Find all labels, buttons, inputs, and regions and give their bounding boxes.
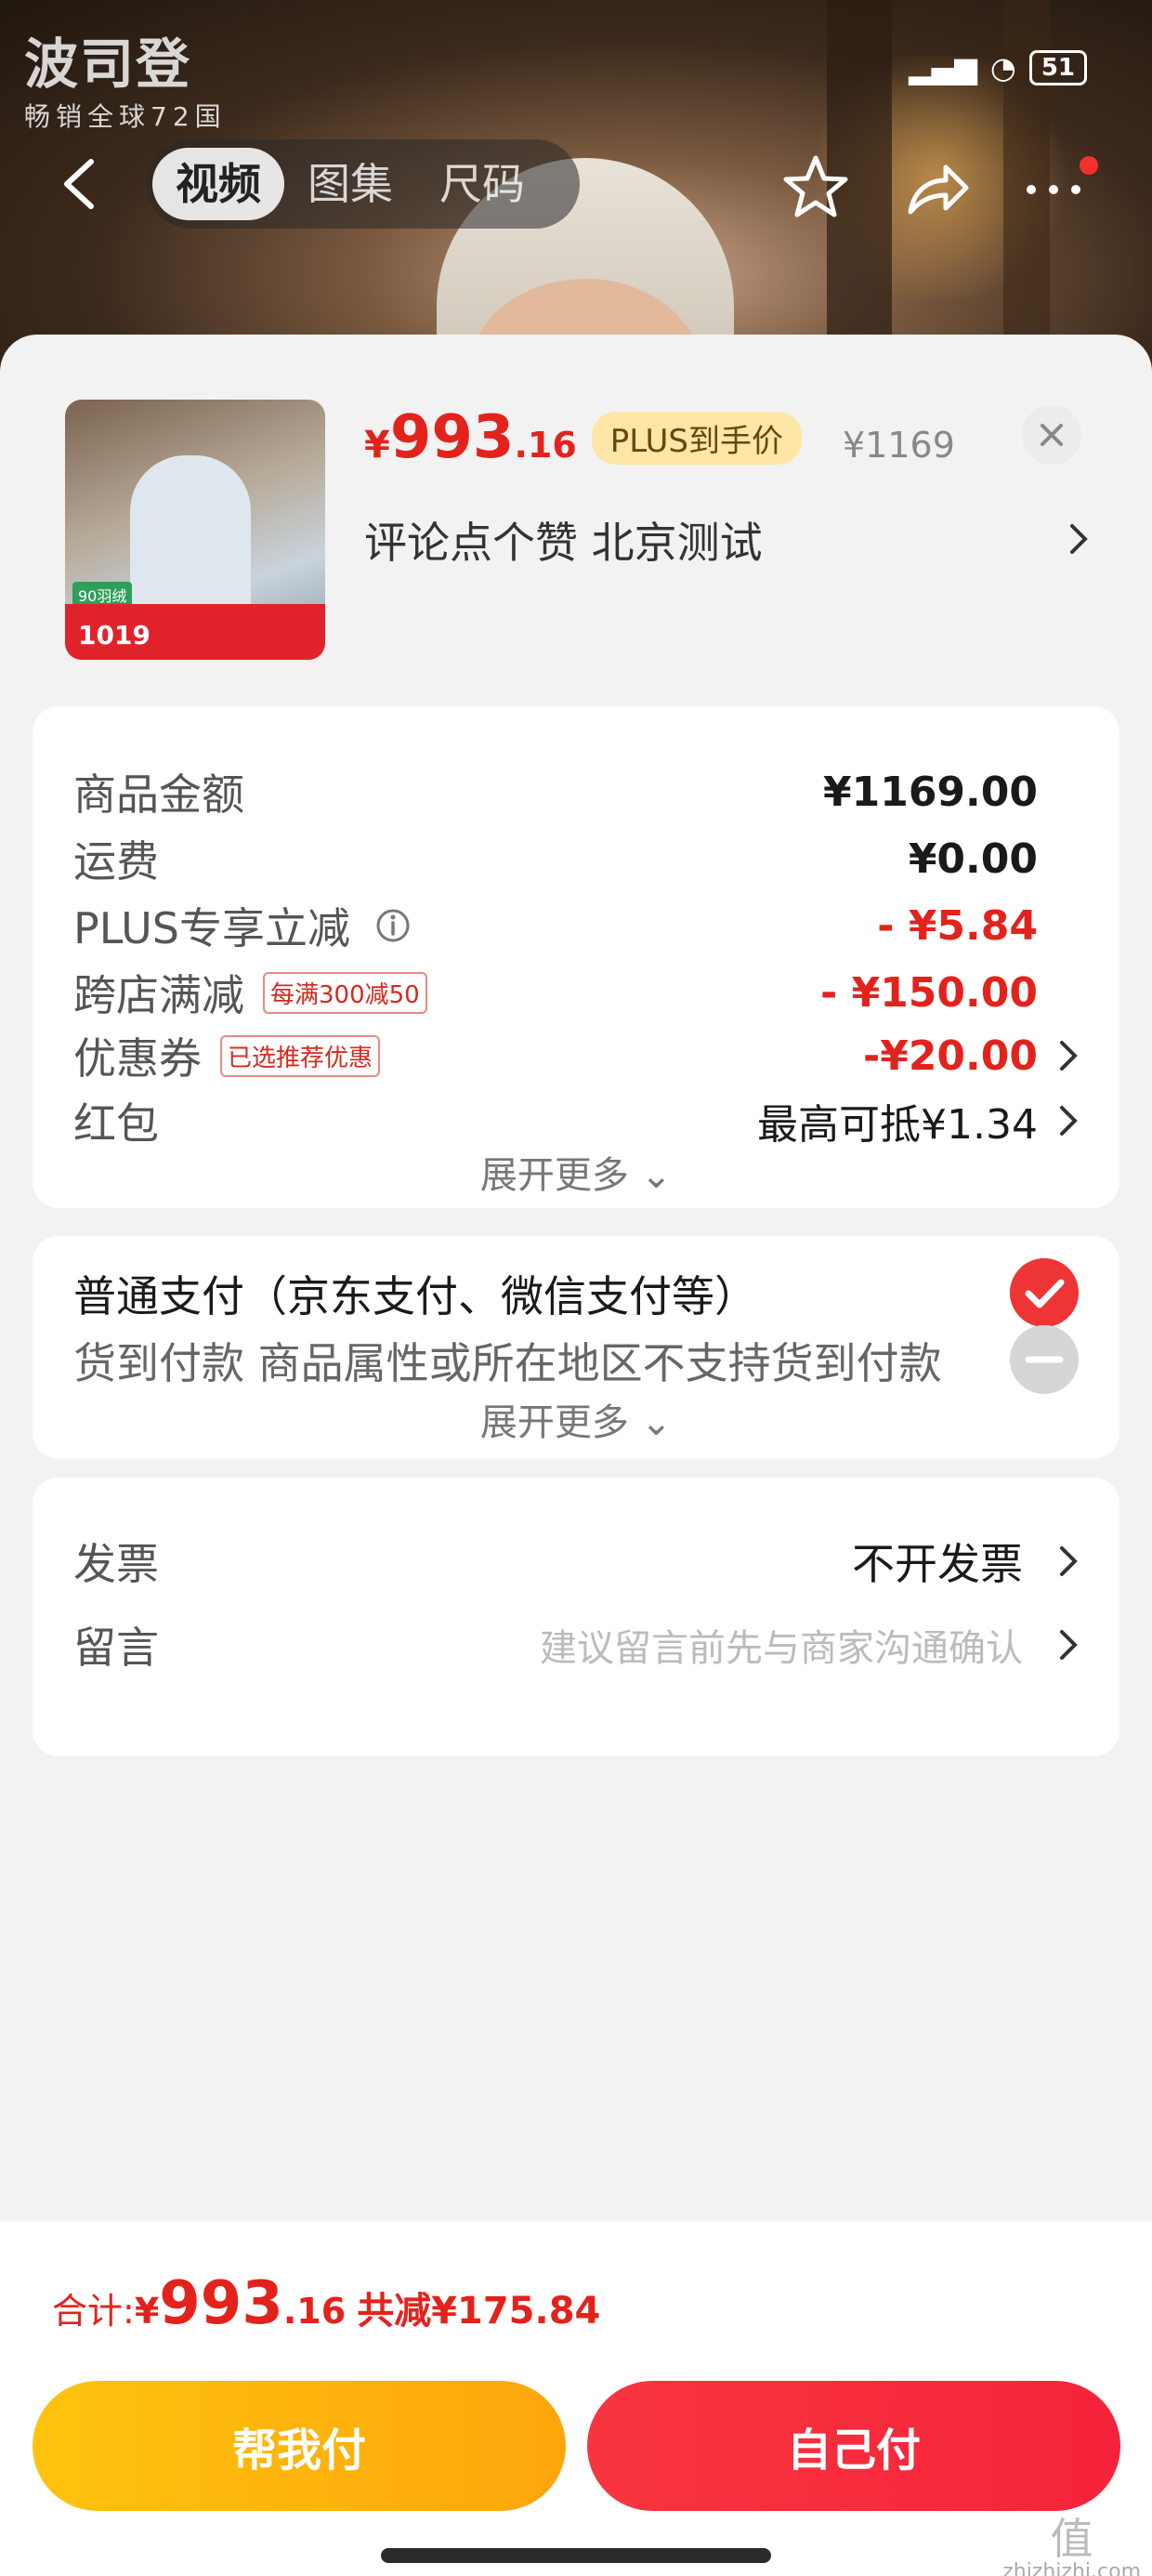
site-watermark: 值 zhizhizhi.com — [1002, 2514, 1141, 2576]
product-price-row: ¥993.16 PLUS到手价 ¥1169 — [364, 403, 955, 472]
plus-price-badge: PLUS到手价 — [591, 411, 802, 465]
brand-tagline: 畅销全球72国 — [24, 101, 227, 132]
price-summary-card: 商品金额 ¥1169.00 运费 ¥0.00 PLUS专享立减 - ¥5.84 … — [33, 706, 1119, 1208]
remark-row[interactable]: 留言 建议留言前先与商家沟通确认 — [73, 1608, 1079, 1682]
pay-myself-button[interactable]: 自己付 — [587, 2381, 1120, 2511]
invoice-value: 不开发票 — [852, 1539, 1023, 1589]
order-total: 合计: ¥993.16 共减¥175.84 — [52, 2269, 601, 2338]
home-indicator[interactable] — [381, 2548, 771, 2563]
thumb-price: 1019 — [78, 620, 151, 651]
checkout-footer: 合计: ¥993.16 共减¥175.84 帮我付 自己付 — [0, 2221, 1152, 2576]
brand-logo: 波司登 — [24, 33, 192, 96]
payment-option-normal[interactable]: 普通支付（京东支付、微信支付等） — [73, 1256, 1079, 1331]
spec-text: 评论点个赞 北京测试 — [364, 518, 763, 568]
more-options-icon[interactable] — [1018, 152, 1089, 223]
chevron-down-icon: ⌄ — [640, 1154, 673, 1197]
battery-icon: 51 — [1028, 50, 1087, 85]
row-coupon[interactable]: 优惠券 已选推荐优惠 -¥20.00 — [73, 1019, 1079, 1093]
signal-icon: ▂▄▆ — [909, 50, 977, 85]
original-price: ¥1169 — [843, 425, 955, 466]
chevron-right-icon — [1060, 1106, 1078, 1136]
row-goods-amount: 商品金额 ¥1169.00 — [73, 768, 1038, 821]
payment-method-card: 普通支付（京东支付、微信支付等） 货到付款 商品属性或所在地区不支持货到付款 展… — [33, 1236, 1119, 1459]
payment-option-cod: 货到付款 商品属性或所在地区不支持货到付款 — [73, 1323, 1079, 1398]
chevron-right-icon — [1070, 524, 1088, 554]
media-tabs: 视频 图集 尺码 — [147, 139, 580, 229]
row-plus-discount: PLUS专享立减 - ¥5.84 — [73, 901, 1038, 954]
notification-dot — [1080, 156, 1098, 175]
expand-more-summary[interactable]: 展开更多 ⌄ — [33, 1145, 1119, 1199]
total-savings: 共减¥175.84 — [357, 2290, 601, 2333]
invoice-remark-card: 发票 不开发票 留言 建议留言前先与商家沟通确认 — [33, 1478, 1119, 1756]
status-icons: ▂▄▆ ◔ 51 — [909, 50, 1087, 85]
info-icon[interactable] — [374, 907, 412, 944]
tab-video[interactable]: 视频 — [152, 148, 284, 220]
brand-watermark: 波司登 畅销全球72国 — [24, 35, 227, 134]
discount-rule-chip: 每满300减50 — [263, 971, 427, 1014]
chevron-right-icon — [1060, 1041, 1078, 1071]
back-arrow-icon[interactable] — [56, 156, 102, 212]
row-shipping: 运费 ¥0.00 — [73, 835, 1038, 887]
remark-placeholder: 建议留言前先与商家沟通确认 — [540, 1627, 1023, 1670]
coupon-chip: 已选推荐优惠 — [220, 1034, 381, 1077]
close-icon[interactable] — [1022, 405, 1081, 465]
favorite-star-icon[interactable] — [780, 152, 851, 223]
chevron-right-icon — [1060, 1630, 1078, 1660]
expand-more-payment[interactable]: 展开更多 ⌄ — [33, 1392, 1119, 1446]
checkmark-selected-icon[interactable] — [1010, 1258, 1079, 1327]
product-price: ¥993.16 — [364, 403, 577, 472]
invoice-row[interactable]: 发票 不开发票 — [73, 1524, 1079, 1598]
tab-size[interactable]: 尺码 — [416, 148, 548, 220]
product-thumbnail[interactable]: 90羽绒 1019 — [65, 400, 325, 660]
chevron-right-icon — [1060, 1546, 1078, 1576]
wifi-icon: ◔ — [989, 50, 1016, 85]
chevron-down-icon: ⌄ — [640, 1401, 673, 1444]
disabled-option-icon — [1010, 1325, 1079, 1394]
product-spec-selector[interactable]: 评论点个赞 北京测试 — [364, 509, 1089, 571]
tab-gallery[interactable]: 图集 — [284, 148, 416, 220]
share-icon[interactable] — [901, 152, 972, 223]
help-me-pay-button[interactable]: 帮我付 — [33, 2381, 566, 2511]
